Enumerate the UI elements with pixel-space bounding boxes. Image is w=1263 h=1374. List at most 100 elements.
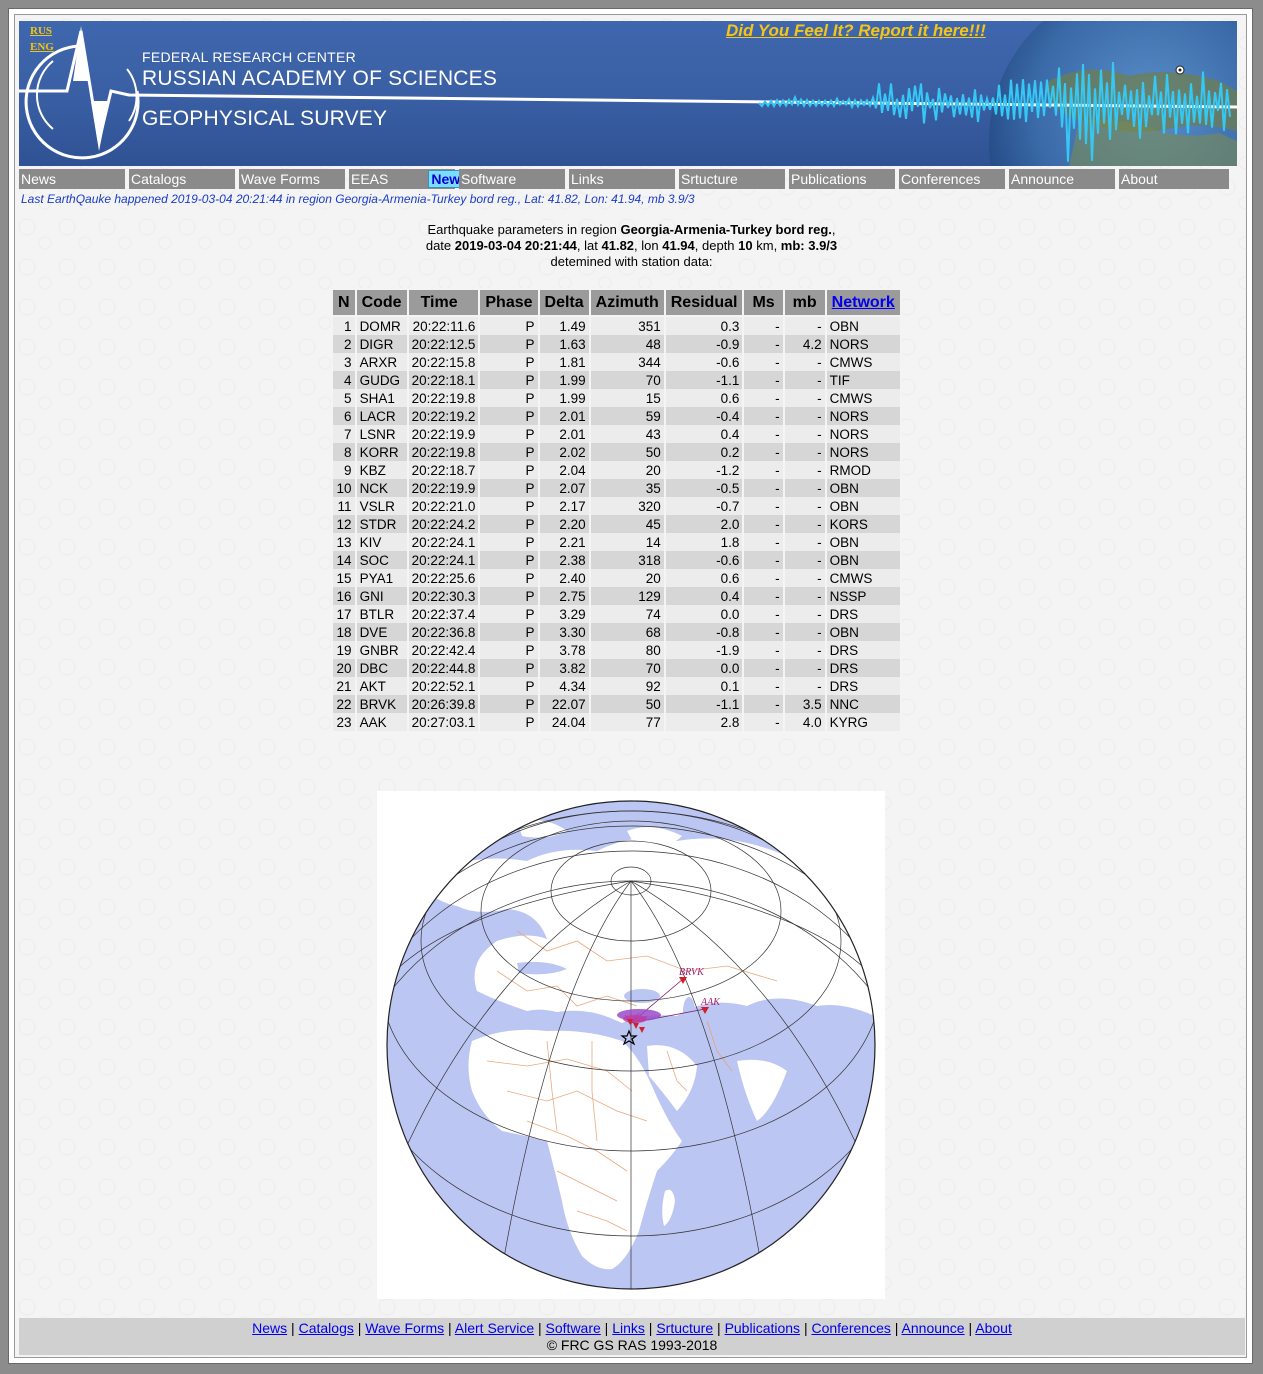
org-line3: GEOPHYSICAL SURVEY	[142, 107, 388, 130]
cell-code: LACR	[354, 407, 409, 425]
network-sort-link[interactable]: Network	[832, 294, 895, 311]
nav-item-software[interactable]: Software	[459, 169, 565, 189]
cell-residual: 0.6	[663, 569, 745, 587]
org-line1: FEDERAL RESEARCH CENTER	[142, 49, 357, 65]
cell-phase: P	[478, 713, 540, 731]
cell-n: 10	[331, 479, 357, 497]
col-ms: Ms	[742, 288, 785, 317]
cell-delta: 3.30	[537, 623, 591, 641]
cell-code: ARXR	[354, 353, 409, 371]
table-row: 17 BTLR 20:22:37.4 P 3.29 74 0.0- - DRS	[331, 605, 902, 623]
nav-item-eeas[interactable]: EEAS New!	[349, 169, 468, 189]
main-nav: News Catalogs Wave Forms EEAS New! Softwa…	[19, 169, 1237, 189]
cell-residual: 2.0	[663, 515, 745, 533]
nav-item-news[interactable]: News	[19, 169, 125, 189]
cell-n: 1	[331, 316, 357, 335]
footer-link-catalogs[interactable]: Catalogs	[299, 1320, 354, 1336]
cell-phase: P	[478, 623, 540, 641]
table-row: 1 DOMR 20:22:11.6 P 1.49 351 0.3- - OBN	[331, 316, 902, 335]
org-line2: RUSSIAN ACADEMY OF SCIENCES	[142, 67, 498, 90]
cell-n: 11	[331, 497, 357, 515]
cell-phase: P	[478, 443, 540, 461]
lang-rus-link[interactable]: RUS	[30, 25, 52, 37]
footer-link-structure[interactable]: Srtucture	[656, 1320, 713, 1336]
nav-item-catalogs[interactable]: Catalogs	[129, 169, 235, 189]
cell-ms: -	[742, 479, 785, 497]
cell-n: 17	[331, 605, 357, 623]
table-row: 16 GNI 20:22:30.3 P 2.75 129 0.4- - NSSP	[331, 587, 902, 605]
footer-link-announce[interactable]: Announce	[902, 1320, 965, 1336]
footer-link-publications[interactable]: Publications	[725, 1320, 801, 1336]
nav-item-announce[interactable]: Announce	[1009, 169, 1115, 189]
cell-mb: -	[782, 533, 827, 551]
cell-phase: P	[478, 316, 540, 335]
cell-n: 8	[331, 443, 357, 461]
cell-azimuth: 45	[588, 515, 666, 533]
footer-link-wave-forms[interactable]: Wave Forms	[365, 1320, 444, 1336]
cell-mb: -	[782, 353, 827, 371]
cell-mb: -	[782, 659, 827, 677]
footer-link-links[interactable]: Links	[612, 1320, 645, 1336]
cell-ms: -	[742, 641, 785, 659]
lang-eng-link[interactable]: ENG	[30, 41, 54, 53]
cell-code: BTLR	[354, 605, 409, 623]
cell-time: 20:26:39.8	[406, 695, 481, 713]
table-header-row: N Code Time Phase Delta Azimuth Residual…	[331, 288, 902, 317]
col-network: Network	[824, 288, 902, 317]
footer-link-about[interactable]: About	[975, 1320, 1012, 1336]
footer-link-news[interactable]: News	[252, 1320, 287, 1336]
cell-code: GNI	[354, 587, 409, 605]
cell-ms: -	[742, 461, 785, 479]
cell-ms: -	[742, 407, 785, 425]
cell-time: 20:22:24.1	[406, 551, 481, 569]
cell-delta: 22.07	[537, 695, 591, 713]
nav-item-wave-forms[interactable]: Wave Forms	[239, 169, 345, 189]
cell-phase: P	[478, 407, 540, 425]
cell-network: KYRG	[824, 713, 902, 731]
cell-code: VSLR	[354, 497, 409, 515]
cell-phase: P	[478, 479, 540, 497]
cell-phase: P	[478, 533, 540, 551]
cell-phase: P	[478, 641, 540, 659]
cell-code: DBC	[354, 659, 409, 677]
last-earthquake-ticker[interactable]: Last EarthQauke happened 2019-03-04 20:2…	[21, 192, 695, 206]
cell-ms: -	[742, 569, 785, 587]
cell-time: 20:22:18.1	[406, 371, 481, 389]
cell-azimuth: 50	[588, 443, 666, 461]
cell-code: SHA1	[354, 389, 409, 407]
cell-n: 9	[331, 461, 357, 479]
cell-mb: -	[782, 677, 827, 695]
cell-ms: -	[742, 371, 785, 389]
cell-azimuth: 48	[588, 335, 666, 353]
cell-mb: -	[782, 623, 827, 641]
footer-link-alert-service[interactable]: Alert Service	[455, 1320, 534, 1336]
cell-residual: -0.8	[663, 623, 745, 641]
cell-network: KORS	[824, 515, 902, 533]
cell-ms: -	[742, 443, 785, 461]
cell-network: NORS	[824, 443, 902, 461]
cell-azimuth: 15	[588, 389, 666, 407]
cell-phase: P	[478, 497, 540, 515]
cell-delta: 4.34	[537, 677, 591, 695]
table-row: 10 NCK 20:22:19.9 P 2.07 35 -0.5- - OBN	[331, 479, 902, 497]
cell-ms: -	[742, 497, 785, 515]
cell-mb: -	[782, 407, 827, 425]
nav-item-structure[interactable]: Srtucture	[679, 169, 785, 189]
cell-ms: -	[742, 533, 785, 551]
cell-azimuth: 43	[588, 425, 666, 443]
cell-time: 20:27:03.1	[406, 713, 481, 731]
nav-item-links[interactable]: Links	[569, 169, 675, 189]
nav-item-publications[interactable]: Publications	[789, 169, 895, 189]
cell-phase: P	[478, 425, 540, 443]
cell-code: GNBR	[354, 641, 409, 659]
cell-phase: P	[478, 389, 540, 407]
footer-link-conferences[interactable]: Conferences	[811, 1320, 890, 1336]
footer-link-software[interactable]: Software	[546, 1320, 601, 1336]
report-felt-link[interactable]: Did You Feel It? Report it here!!!	[726, 21, 986, 41]
cell-code: DVE	[354, 623, 409, 641]
cell-residual: 0.6	[663, 389, 745, 407]
cell-time: 20:22:19.9	[406, 425, 481, 443]
nav-item-conferences[interactable]: Conferences	[899, 169, 1005, 189]
nav-item-about[interactable]: About	[1119, 169, 1229, 189]
cell-code: BRVK	[354, 695, 409, 713]
